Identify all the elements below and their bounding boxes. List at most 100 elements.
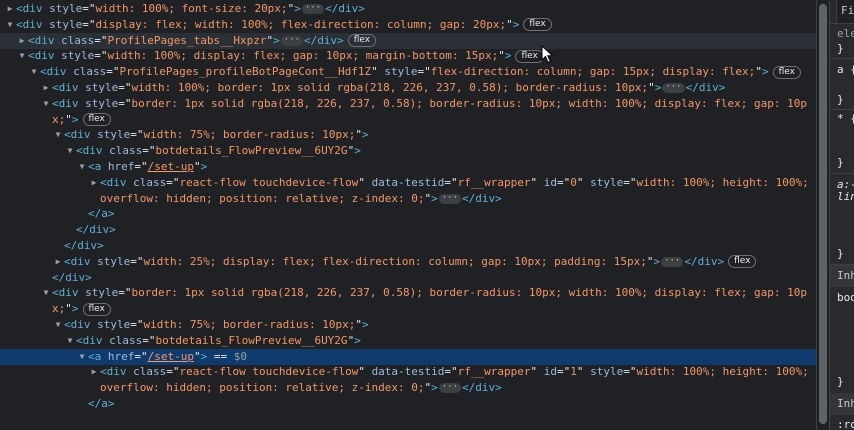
expand-triangle-icon[interactable]: ▶ <box>17 33 27 49</box>
dom-node-row[interactable]: ▶ <div class="ProfilePages_tabs__Hxpzr"> ·… <box>0 32 816 49</box>
inherited-header: Inh <box>830 265 854 287</box>
elements-dom-tree[interactable]: ▶ <div style="width: 100%; font-size: 20p… <box>0 0 816 430</box>
collapse-triangle-icon[interactable]: ▼ <box>53 317 63 333</box>
collapse-triangle-icon[interactable]: ▼ <box>65 143 75 159</box>
dom-node-row[interactable]: ▶ <div class="react-flow touchdevice-flow… <box>0 175 816 191</box>
dom-node-row[interactable]: </div> <box>0 270 816 286</box>
punct: =" <box>82 2 96 15</box>
tag-token: > <box>200 160 208 173</box>
flex-badge[interactable]: flex <box>515 49 544 63</box>
expand-ellipsis[interactable]: ··· <box>438 383 462 394</box>
collapse-triangle-icon[interactable]: ▼ <box>53 127 63 143</box>
punct: " <box>530 175 544 189</box>
dom-node-row[interactable]: ▼ <div style="width: 75%; border-radius: … <box>0 127 816 143</box>
flex-badge[interactable]: flex <box>523 18 552 32</box>
dom-node-row[interactable]: ▶ <div style="width: 100%; font-size: 20p… <box>0 1 816 17</box>
expand-triangle-icon[interactable]: ▶ <box>53 254 63 270</box>
node-markup: <div style="width: 75%; border-radius: 1… <box>64 127 369 143</box>
collapse-triangle-icon[interactable]: ▼ <box>65 333 75 349</box>
attr-value: width: 100%; border: 1px solid rgba(218,… <box>131 81 649 94</box>
dom-node-row-continuation[interactable]: x;"> flex <box>0 301 816 317</box>
tag-token: > <box>71 112 79 126</box>
attr-value: flex-direction: column; gap: 15px; displ… <box>430 65 756 79</box>
flex-badge[interactable]: flex <box>82 302 111 316</box>
expand-ellipsis[interactable]: ··· <box>280 35 303 46</box>
dom-node-row[interactable]: </a> <box>0 396 816 412</box>
attr-value: width: 100%; display: flex; gap: 10px; m… <box>107 49 499 63</box>
dom-node-row[interactable]: ▼ <div style="width: 100%; display: flex;… <box>0 48 816 64</box>
collapse-triangle-icon[interactable]: ▼ <box>29 64 39 80</box>
tag-token: > <box>431 381 438 395</box>
root-selector[interactable]: :ro <box>837 418 854 430</box>
collapse-triangle-icon[interactable]: ▼ <box>17 48 27 64</box>
dom-node-row[interactable]: </div> <box>0 222 816 238</box>
dom-node-row[interactable]: ▼ <div class="botdetails_FlowPreview__6UY… <box>0 333 816 349</box>
inherited-label: Inh <box>837 269 854 282</box>
scrollbar-thumb[interactable] <box>819 4 827 424</box>
punct: =" <box>118 96 132 110</box>
dom-node-row[interactable]: ▼ <div style="border: 1px solid rgba(218,… <box>0 285 816 301</box>
attr-value: width: 75%; border-radius: 10px; <box>143 318 356 331</box>
dom-node-row[interactable]: ▼ <div class="botdetails_FlowPreview__6UY… <box>0 143 816 159</box>
dom-node-row-continuation[interactable]: overflow: hidden; position: relative; z-… <box>0 380 816 396</box>
dom-node-row[interactable]: ▼ <div class="ProfilePages_profileBotPage… <box>0 64 816 80</box>
dom-node-row[interactable]: ▶ <div style="width: 25%; display: flex; … <box>0 254 816 270</box>
attr-value: x; <box>52 112 66 126</box>
node-markup: <a href="/set-up"> <box>88 159 207 175</box>
attr-value: botdetails_FlowPreview__6UY2G <box>155 333 348 347</box>
dom-node-row-continuation[interactable]: overflow: hidden; position: relative; z-… <box>0 191 816 207</box>
dom-node-row[interactable]: ▼ <a href="/set-up"> <box>0 159 816 175</box>
rule-star-selector[interactable]: * { <box>837 112 854 125</box>
expand-triangle-icon[interactable]: ▶ <box>41 80 51 96</box>
attr-value: react-flow touchdevice-flow <box>179 365 359 379</box>
collapse-triangle-icon[interactable]: ▼ <box>41 96 51 112</box>
punct: =" <box>130 318 144 331</box>
attr-value: 1 <box>570 365 577 379</box>
collapse-triangle-icon[interactable]: ▼ <box>41 285 51 301</box>
inherited-body-selector[interactable]: bod <box>837 291 854 304</box>
punct: =" <box>82 17 96 31</box>
dom-node-row[interactable]: </a> <box>0 206 816 222</box>
dom-node-row-continuation[interactable]: x;"> flex <box>0 112 816 128</box>
dom-node-row[interactable]: ▼ <div style="width: 75%; border-radius: … <box>0 317 816 333</box>
dom-node-row[interactable]: ▶ <div class="react-flow touchdevice-flow… <box>0 364 816 380</box>
expand-triangle-icon[interactable]: ▶ <box>89 175 99 191</box>
attr-value: width: 100%; height: 100%; <box>636 365 809 379</box>
brace-close: } <box>837 247 844 260</box>
dom-node-row[interactable]: </div> <box>0 238 816 254</box>
styles-panel: Filt ele } a { } * { } a:- lin } Inh bod… <box>829 0 854 430</box>
flex-badge[interactable]: flex <box>347 34 377 48</box>
dom-node-row[interactable]: ▶ <div style="width: 100%; border: 1px so… <box>0 80 816 96</box>
attr-value: react-flow touchdevice-flow <box>179 175 359 189</box>
expand-ellipsis[interactable]: ··· <box>662 83 685 93</box>
node-markup: overflow: hidden; position: relative; z-… <box>100 191 502 207</box>
flex-badge[interactable]: flex <box>772 65 801 79</box>
node-markup: <div style="width: 100%; border: 1px sol… <box>52 80 725 96</box>
rule-a-selector[interactable]: a { <box>837 63 854 76</box>
node-markup: <div class="react-flow touchdevice-flow"… <box>100 175 809 191</box>
collapse-triangle-icon[interactable]: ▼ <box>77 349 87 365</box>
href-link[interactable]: /set-up <box>148 350 194 363</box>
expand-triangle-icon[interactable]: ▶ <box>89 364 99 380</box>
dom-node-row[interactable]: ▼ <div style="border: 1px solid rgba(218,… <box>0 96 816 112</box>
tag-token: > <box>294 2 301 15</box>
href-link[interactable]: /set-up <box>148 160 194 173</box>
expand-ellipsis[interactable]: ··· <box>661 256 684 267</box>
tag-token: <div <box>76 144 110 158</box>
styles-filter-input[interactable]: Filt <box>836 0 854 23</box>
dom-node-row-selected[interactable]: ▼ <a href="/set-up"> == $0 <box>0 348 816 365</box>
attr-name: style <box>85 286 119 300</box>
flex-badge[interactable]: flex <box>82 113 111 127</box>
inherited-header-2: Inh <box>830 393 854 415</box>
expand-ellipsis[interactable]: ··· <box>301 4 325 14</box>
dom-tree-scrollbar[interactable] <box>816 0 829 430</box>
expand-triangle-icon[interactable]: ▶ <box>5 1 15 17</box>
collapse-triangle-icon[interactable]: ▼ <box>77 159 87 175</box>
expand-ellipsis[interactable]: ··· <box>438 193 462 204</box>
tag-token: </div> <box>325 2 365 15</box>
rule-a-pseudo-line2: lin <box>837 190 854 203</box>
tag-token: > <box>273 33 280 47</box>
flex-badge[interactable]: flex <box>728 255 757 269</box>
collapse-triangle-icon[interactable]: ▼ <box>5 17 15 33</box>
dom-node-row[interactable]: ▼ <div style="display: flex; width: 100%;… <box>0 17 816 33</box>
